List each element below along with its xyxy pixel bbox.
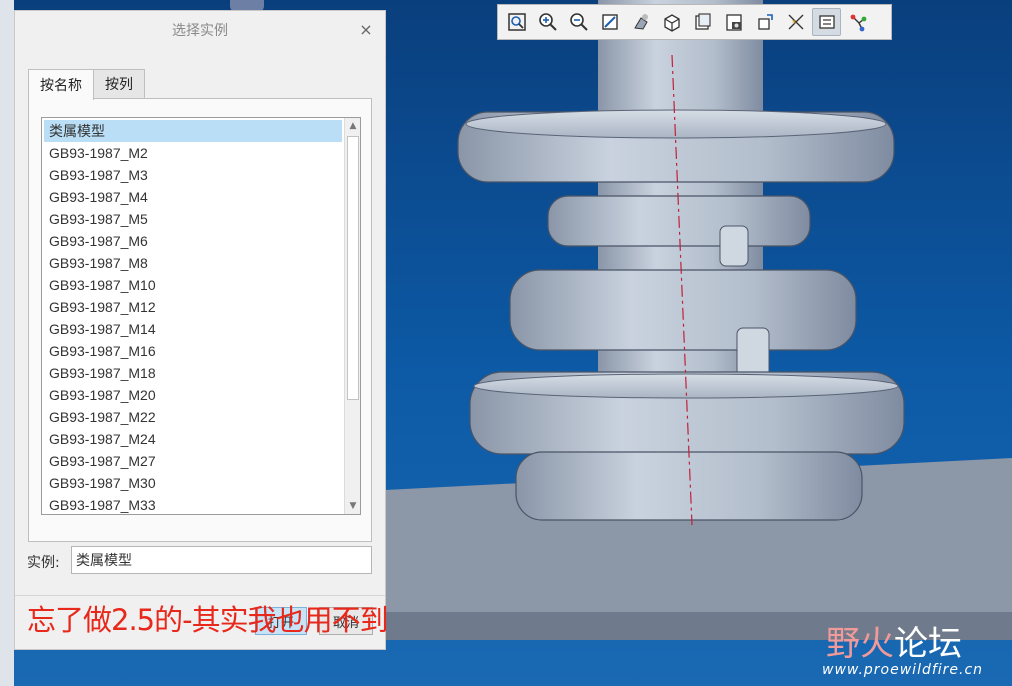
select-instance-dialog: 选择实例 × 按名称 按列 类属模型 GB93-1987_M2 GB93-198… bbox=[14, 10, 386, 650]
view-manager-button[interactable] bbox=[719, 8, 748, 36]
watermark-logo: 野火论坛 bbox=[826, 616, 962, 665]
list-item[interactable]: GB93-1987_M20 bbox=[42, 384, 360, 406]
scroll-thumb[interactable] bbox=[347, 136, 359, 400]
perspective-icon bbox=[757, 14, 773, 30]
watermark-logo-part-b: 论坛 bbox=[894, 624, 962, 664]
zoom-out-icon bbox=[569, 13, 588, 31]
view-toolbar: * bbox=[497, 4, 892, 40]
spin-center-icon: * bbox=[788, 14, 803, 30]
refit-button[interactable] bbox=[502, 8, 531, 36]
list-item[interactable]: GB93-1987_M16 bbox=[42, 340, 360, 362]
list-item[interactable]: GB93-1987_M27 bbox=[42, 450, 360, 472]
list-scrollbar[interactable]: ▲ ▼ bbox=[344, 118, 360, 514]
annotation-caption: 忘了做2.5的-其实我也用不到 bbox=[27, 603, 389, 637]
display-style-icon bbox=[633, 14, 648, 30]
list-item[interactable]: GB93-1987_M30 bbox=[42, 472, 360, 494]
list-item[interactable]: GB93-1987_M6 bbox=[42, 230, 360, 252]
standard-orientation-icon bbox=[663, 14, 680, 32]
list-item[interactable]: GB93-1987_M10 bbox=[42, 274, 360, 296]
annotation-display-button[interactable] bbox=[812, 8, 841, 36]
saved-views-button[interactable] bbox=[688, 8, 717, 36]
close-button[interactable]: × bbox=[357, 21, 375, 39]
scroll-up-arrow-icon[interactable]: ▲ bbox=[345, 118, 360, 134]
tab-bar: 按名称 按列 bbox=[28, 69, 145, 100]
list-item[interactable]: GB93-1987_M5 bbox=[42, 208, 360, 230]
display-style-button[interactable] bbox=[626, 8, 655, 36]
dialog-title-bar[interactable]: 选择实例 × bbox=[15, 11, 385, 49]
divider bbox=[15, 595, 385, 596]
list-item[interactable]: GB93-1987_M24 bbox=[42, 428, 360, 450]
list-item[interactable]: GB93-1987_M4 bbox=[42, 186, 360, 208]
datum-display-icon bbox=[850, 14, 866, 32]
list-item[interactable]: GB93-1987_M18 bbox=[42, 362, 360, 384]
left-panel-edge bbox=[0, 0, 14, 686]
watermark-url: www.proewildfire.cn bbox=[822, 662, 984, 678]
view-manager-icon bbox=[725, 14, 742, 31]
tab-panel: 类属模型 GB93-1987_M2 GB93-1987_M3 GB93-1987… bbox=[28, 98, 372, 542]
tab-by-column[interactable]: 按列 bbox=[93, 69, 145, 98]
list-item[interactable]: GB93-1987_M33 bbox=[42, 494, 360, 514]
annotation-display-icon bbox=[818, 15, 835, 29]
zoom-out-button[interactable] bbox=[564, 8, 593, 36]
instance-field[interactable] bbox=[71, 546, 372, 574]
zoom-in-button[interactable] bbox=[533, 8, 562, 36]
list-item[interactable]: GB93-1987_M22 bbox=[42, 406, 360, 428]
list-item[interactable]: GB93-1987_M14 bbox=[42, 318, 360, 340]
list-item[interactable]: GB93-1987_M12 bbox=[42, 296, 360, 318]
refit-icon bbox=[507, 13, 526, 31]
instance-listbox[interactable]: 类属模型 GB93-1987_M2 GB93-1987_M3 GB93-1987… bbox=[41, 117, 361, 515]
list-item[interactable]: GB93-1987_M2 bbox=[42, 142, 360, 164]
list-item[interactable]: GB93-1987_M3 bbox=[42, 164, 360, 186]
spring-washer-stack bbox=[457, 109, 905, 521]
dialog-title: 选择实例 bbox=[172, 23, 228, 39]
scroll-down-arrow-icon[interactable]: ▼ bbox=[345, 498, 360, 514]
standard-orientation-button[interactable] bbox=[657, 8, 686, 36]
repaint-icon bbox=[601, 14, 618, 30]
datum-display-button[interactable] bbox=[843, 8, 872, 36]
svg-text:*: * bbox=[792, 19, 797, 29]
perspective-button[interactable] bbox=[750, 8, 779, 36]
saved-views-icon bbox=[694, 13, 711, 30]
watermark-logo-part-a: 野火 bbox=[826, 624, 894, 664]
repaint-button[interactable] bbox=[595, 8, 624, 36]
instance-label: 实例: bbox=[27, 555, 60, 571]
list-item[interactable]: 类属模型 bbox=[44, 120, 342, 142]
tab-by-name[interactable]: 按名称 bbox=[28, 69, 94, 100]
spin-center-button[interactable]: * bbox=[781, 8, 810, 36]
list-item[interactable]: GB93-1987_M8 bbox=[42, 252, 360, 274]
zoom-in-icon bbox=[538, 13, 557, 31]
